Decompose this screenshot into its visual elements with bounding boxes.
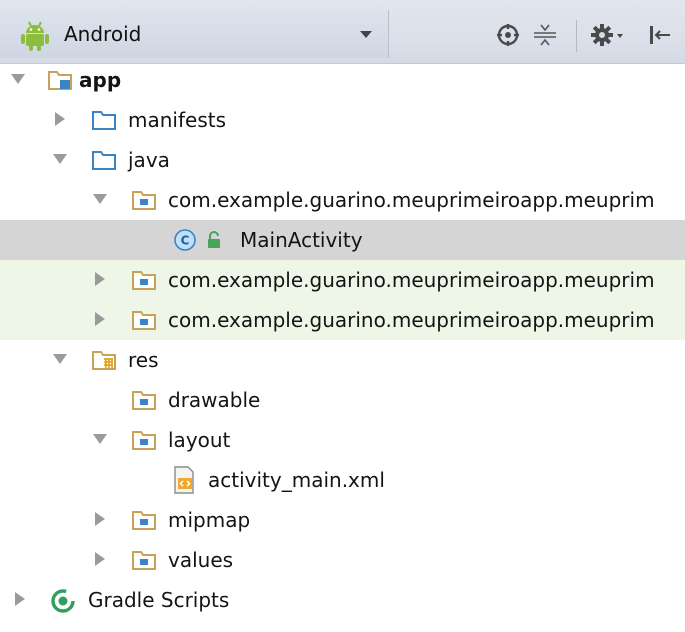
collapse-arrow-icon[interactable] — [15, 592, 25, 606]
package-icon — [132, 271, 156, 290]
collapse-arrow-icon[interactable] — [95, 552, 105, 566]
tree-node-drawable[interactable]: drawable — [0, 380, 685, 420]
collapse-arrow-icon[interactable] — [95, 512, 105, 526]
tree-node-package-android-test[interactable]: com.example.guarino.meuprimeiroapp.meupr… — [0, 260, 685, 300]
tree-node-mipmap[interactable]: mipmap — [0, 500, 685, 540]
tree-label: MainActivity — [240, 228, 363, 252]
tree-node-layout[interactable]: layout — [0, 420, 685, 460]
folder-icon — [132, 391, 156, 410]
resources-folder-icon — [92, 351, 116, 370]
tree-node-package-main[interactable]: com.example.guarino.meuprimeiroapp.meupr… — [0, 180, 685, 220]
dropdown-arrow-icon[interactable] — [360, 31, 372, 38]
folder-icon — [132, 431, 156, 450]
tree-label: Gradle Scripts — [88, 588, 230, 612]
expand-arrow-icon[interactable] — [93, 434, 107, 444]
tree-node-res[interactable]: res — [0, 340, 685, 380]
project-view-selector[interactable]: Android — [0, 10, 389, 58]
collapse-arrow-icon[interactable] — [95, 312, 105, 326]
class-icon: C — [174, 229, 196, 251]
folder-icon — [132, 551, 156, 570]
tree-node-main-activity[interactable]: C MainActivity — [0, 220, 685, 260]
tree-node-package-test[interactable]: com.example.guarino.meuprimeiroapp.meupr… — [0, 300, 685, 340]
collapse-all-icon[interactable] — [532, 22, 558, 48]
collapse-arrow-icon[interactable] — [55, 112, 65, 126]
expand-arrow-icon[interactable] — [53, 354, 67, 364]
xml-file-icon — [174, 466, 194, 494]
folder-icon — [92, 111, 116, 130]
project-toolbar: Android — [0, 0, 685, 64]
tree-label: java — [128, 148, 170, 172]
tree-label: com.example.guarino.meuprimeiroapp.meupr… — [168, 308, 655, 332]
tree-node-activity-main-xml[interactable]: activity_main.xml — [0, 460, 685, 500]
tree-label: layout — [168, 428, 231, 452]
svg-text:C: C — [181, 234, 190, 248]
tree-label: manifests — [128, 108, 226, 132]
lock-open-icon — [208, 231, 220, 248]
tree-label: values — [168, 548, 234, 572]
toolbar-separator — [576, 20, 577, 52]
module-folder-icon — [48, 71, 72, 90]
android-icon — [21, 21, 49, 51]
tree-label: drawable — [168, 388, 261, 412]
tree-label: com.example.guarino.meuprimeiroapp.meupr… — [168, 188, 655, 212]
gear-icon[interactable] — [590, 22, 626, 48]
expand-arrow-icon[interactable] — [53, 154, 67, 164]
hide-panel-icon[interactable] — [646, 22, 672, 48]
tree-node-values[interactable]: values — [0, 540, 685, 580]
tree-label: com.example.guarino.meuprimeiroapp.meupr… — [168, 268, 655, 292]
gradle-icon — [51, 589, 75, 613]
project-view-label: Android — [64, 22, 142, 46]
tree-node-manifests[interactable]: manifests — [0, 100, 685, 140]
tree-label: activity_main.xml — [208, 468, 385, 492]
collapse-arrow-icon[interactable] — [95, 272, 105, 286]
tree-node-app[interactable]: app — [0, 60, 685, 100]
package-icon — [132, 311, 156, 330]
tree-node-gradle-scripts[interactable]: Gradle Scripts — [0, 580, 685, 620]
expand-arrow-icon[interactable] — [93, 194, 107, 204]
target-icon[interactable] — [495, 22, 521, 48]
package-icon — [132, 191, 156, 210]
expand-arrow-icon[interactable] — [11, 74, 25, 84]
tree-label: mipmap — [168, 508, 251, 532]
folder-icon — [132, 511, 156, 530]
tree-node-java[interactable]: java — [0, 140, 685, 180]
tree-label: app — [79, 68, 122, 92]
folder-icon — [92, 151, 116, 170]
tree-label: res — [128, 348, 159, 372]
